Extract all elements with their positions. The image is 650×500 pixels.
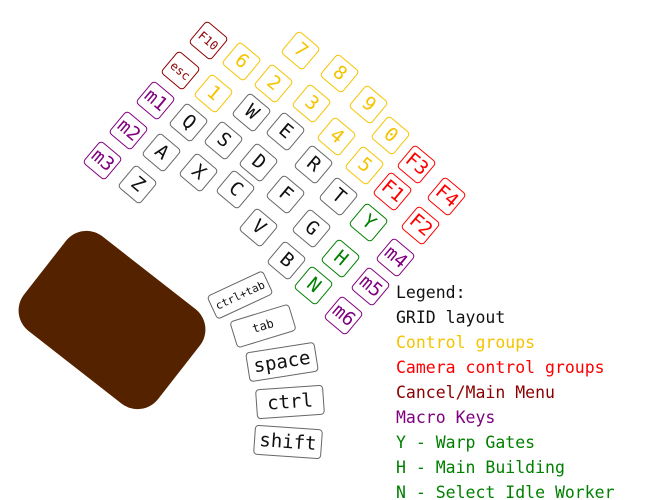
legend-item-camera: Camera control groups xyxy=(396,358,605,377)
key-w: W xyxy=(230,91,272,133)
key-f2: F2 xyxy=(399,204,441,246)
key-v: V xyxy=(237,206,279,248)
legend-item-macro: Macro Keys xyxy=(396,408,496,427)
key-m1: m1 xyxy=(134,79,176,121)
legend-item-control: Control groups xyxy=(396,333,536,352)
key-5: 5 xyxy=(343,144,385,186)
key-h: H xyxy=(319,237,361,279)
key-b: B xyxy=(265,239,307,281)
key-7: 7 xyxy=(279,29,321,71)
key-0: 0 xyxy=(369,114,411,156)
key-f3: F3 xyxy=(395,143,437,185)
key-8: 8 xyxy=(318,52,360,94)
key-t: T xyxy=(317,175,359,217)
key-x: X xyxy=(177,151,219,193)
legend-item-warp: Y - Warp Gates xyxy=(396,433,536,452)
keyboard-layout-diagram: F10 esc m1 m2 m3 6 1 7 8 2 3 9 4 0 5 Q W E A S D R Z X C F T V G B Y H N… xyxy=(0,0,650,500)
key-3: 3 xyxy=(290,82,332,124)
legend-item-menu: Cancel/Main Menu xyxy=(396,383,555,402)
key-m2: m2 xyxy=(107,109,149,151)
legend-item-grid: GRID layout xyxy=(396,308,506,327)
key-6: 6 xyxy=(220,40,262,82)
key-m5: m5 xyxy=(349,265,391,307)
key-1: 1 xyxy=(192,72,234,114)
legend-item-idle: N - Select Idle Worker xyxy=(396,483,615,500)
key-m4: m4 xyxy=(374,236,416,278)
key-m3: m3 xyxy=(81,139,123,181)
key-f4: F4 xyxy=(425,175,467,217)
key-s: S xyxy=(202,119,244,161)
legend-item-main: H - Main Building xyxy=(396,458,565,477)
key-esc: esc xyxy=(159,49,201,91)
key-space: space xyxy=(245,341,319,383)
key-z: Z xyxy=(116,163,158,205)
key-ctrl: ctrl xyxy=(255,384,325,420)
key-r: R xyxy=(292,143,334,185)
key-f1: F1 xyxy=(371,170,413,212)
key-m6: m6 xyxy=(322,294,364,336)
key-n: N xyxy=(292,264,334,306)
key-e: E xyxy=(264,110,306,152)
key-f10: F10 xyxy=(187,19,229,61)
key-shift: shift xyxy=(253,424,323,460)
key-f: F xyxy=(264,173,306,215)
key-a: A xyxy=(140,131,182,173)
key-c: C xyxy=(214,168,256,210)
key-d: D xyxy=(237,141,279,183)
key-g: G xyxy=(290,207,332,249)
palm-rest-shape xyxy=(8,220,216,420)
key-9: 9 xyxy=(347,83,389,125)
key-tab: tab xyxy=(229,303,297,349)
key-y: Y xyxy=(347,201,389,243)
key-2: 2 xyxy=(252,62,294,104)
legend-title: Legend: xyxy=(396,283,466,302)
key-q: Q xyxy=(167,101,209,143)
legend: Legend: GRID layout Control groups Camer… xyxy=(396,280,615,500)
key-4: 4 xyxy=(315,115,357,157)
